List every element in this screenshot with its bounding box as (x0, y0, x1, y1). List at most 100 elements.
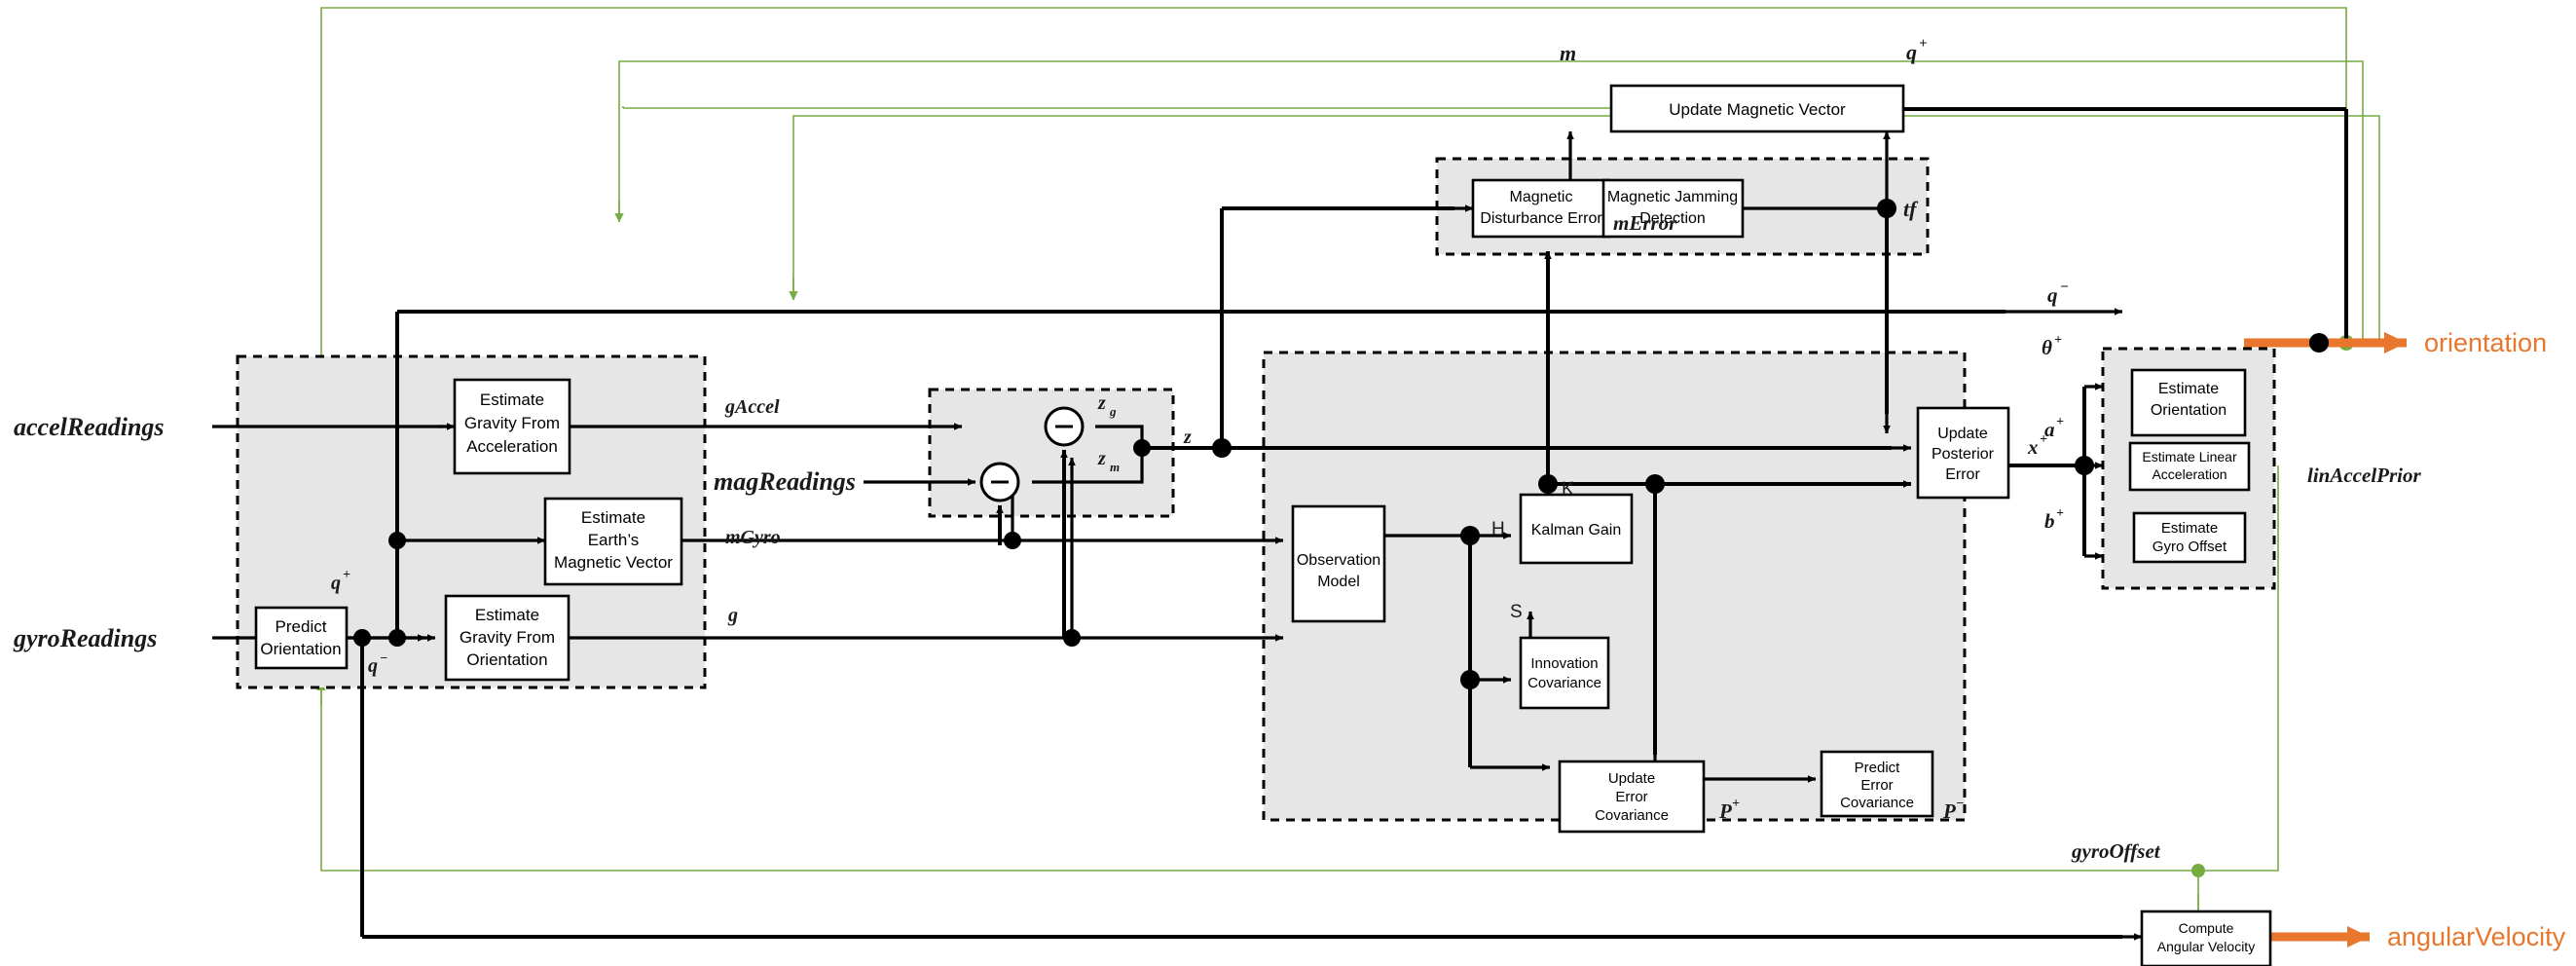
block-magnetic-disturbance-error[interactable]: Magnetic Disturbance Error (1471, 178, 1611, 239)
signal-zg-base: z (1097, 392, 1106, 414)
block-estimate-gravity-accel[interactable]: Estimate Gravity From Acceleration (453, 378, 571, 475)
block-label: Error (1615, 789, 1647, 805)
signal-xplus-base: x (2027, 435, 2039, 459)
signal-label-linAccelPrior: linAccelPrior (2307, 464, 2421, 487)
block-update-posterior-error[interactable]: Update Posterior Error (1916, 406, 2010, 500)
block-label: Acceleration (466, 437, 558, 456)
block-estimate-orientation[interactable]: Estimate Orientation (2130, 368, 2247, 437)
junction-accel-earthmag (388, 532, 406, 549)
signal-qplus-top-base: q (1906, 40, 1917, 64)
block-estimate-linear-acceleration[interactable]: Estimate Linear Acceleration (2128, 441, 2251, 492)
block-label: Estimate (475, 606, 539, 624)
block-label: Estimate (480, 390, 544, 409)
signal-label-m: m (1560, 41, 1576, 65)
signal-label-H: H (1491, 519, 1505, 539)
block-label: Kalman Gain (1531, 522, 1622, 539)
block-label: Estimate Linear (2142, 449, 2237, 464)
block-label: Orientation (466, 650, 547, 669)
block-label: Compute (2179, 920, 2234, 936)
junction-tf (1877, 199, 1896, 218)
signal-qminus-right-base: q (2047, 283, 2058, 307)
block-label: Model (1317, 574, 1360, 590)
block-estimate-earth-mag[interactable]: Estimate Earth’s Magnetic Vector (543, 497, 683, 586)
block-label: Disturbance Error (1480, 210, 1602, 227)
junction-xplus (2075, 456, 2094, 475)
block-label: Update (1937, 426, 1988, 442)
block-label: Update (1608, 770, 1655, 787)
block-label: Magnetic Jamming (1607, 189, 1738, 205)
signal-qminus-predict-sup: − (380, 651, 387, 666)
block-label: Estimate (2158, 381, 2219, 397)
block-label: Covariance (1840, 795, 1914, 811)
block-label: Covariance (1595, 807, 1669, 824)
junction-gyro-offset (2191, 864, 2205, 877)
signal-label-mError: mError (1613, 211, 1677, 235)
signal-label-gAccel: gAccel (724, 396, 780, 418)
block-compute-angular-velocity[interactable]: Compute Angular Velocity (2140, 910, 2272, 966)
block-update-error-covariance[interactable]: Update Error Covariance (1558, 760, 1706, 834)
signal-bplus-base: b (2044, 509, 2055, 533)
block-predict-orientation[interactable]: Predict Orientation (254, 606, 349, 670)
block-label: Angular Velocity (2157, 939, 2255, 954)
junction-H (1460, 526, 1480, 545)
block-label: Error (1860, 777, 1893, 794)
block-label: Posterior (1932, 446, 1995, 463)
block-label: Predict (1855, 760, 1901, 776)
block-label: Innovation (1530, 655, 1598, 672)
output-label-angularvelocity: angularVelocity (2387, 922, 2566, 951)
signal-aplus-base: a (2044, 418, 2055, 441)
junction-K2 (1645, 474, 1665, 494)
signal-bplus-sup: + (2056, 506, 2064, 521)
junction-z (1212, 438, 1232, 458)
input-label-mag: magReadings (714, 467, 856, 496)
block-observation-model[interactable]: Observation Model (1291, 504, 1386, 623)
signal-Pminus-base: P (1942, 799, 1956, 823)
signal-qplus-top-sup: + (1919, 36, 1928, 52)
signal-qminus-right-sup: − (2060, 279, 2069, 295)
output-label-orientation: orientation (2424, 328, 2547, 357)
block-label: Update Magnetic Vector (1669, 100, 1846, 119)
junction-gyro-branch (353, 629, 371, 647)
signal-Pplus-sup: + (1732, 797, 1740, 811)
block-label: Observation (1297, 552, 1380, 569)
signal-aplus-sup: + (2056, 415, 2064, 429)
block-label: Estimate (2161, 520, 2218, 537)
signal-qminus-predict-base: q (368, 655, 378, 677)
signal-label-g: g (727, 605, 738, 626)
block-estimate-gravity-orient[interactable]: Estimate Gravity From Orientation (444, 594, 570, 682)
ahrs-filter-diagram: Estimate Gravity From Acceleration Estim… (0, 0, 2576, 966)
signal-qplus-predict-base: q (331, 573, 341, 594)
block-label: Acceleration (2152, 466, 2226, 482)
signal-thetaplus-sup: + (2054, 333, 2062, 348)
block-label: Covariance (1527, 675, 1601, 691)
input-label-accel: accelReadings (14, 413, 165, 441)
block-label: Gyro Offset (2153, 539, 2227, 555)
signal-label-gyroOffset: gyroOffset (2071, 839, 2161, 863)
signal-thetaplus-base: θ (2042, 336, 2052, 359)
block-label: Estimate (581, 508, 645, 527)
block-diagram-canvas: Estimate Gravity From Acceleration Estim… (0, 0, 2576, 966)
junction-H2 (1460, 670, 1480, 689)
block-label: Earth’s (588, 531, 640, 549)
signal-qplus-predict-sup: + (343, 568, 350, 582)
block-estimate-gyro-offset[interactable]: Estimate Gyro Offset (2132, 511, 2247, 564)
junction-zgzm (1133, 439, 1151, 457)
block-update-magnetic-vector[interactable]: Update Magnetic Vector (1609, 84, 1905, 133)
signal-label-S: S (1510, 602, 1523, 622)
block-label: Orientation (260, 640, 341, 658)
junction-predict-out (388, 629, 406, 647)
block-label: Magnetic Vector (554, 553, 673, 572)
block-kalman-gain[interactable]: Kalman Gain (1519, 493, 1634, 565)
signal-label-z: z (1183, 427, 1192, 448)
signal-label-K: K (1562, 479, 1574, 500)
block-predict-error-covariance[interactable]: Predict Error Covariance (1820, 750, 1934, 818)
signal-zm-sub: m (1110, 460, 1120, 474)
block-innovation-covariance[interactable]: Innovation Covariance (1519, 636, 1610, 710)
block-label: Gravity From (460, 628, 555, 647)
signal-zg-sub: g (1109, 404, 1117, 419)
signal-Pminus-sup: − (1956, 797, 1964, 811)
junction-orientation (2309, 333, 2329, 353)
signal-Pplus-base: P (1718, 799, 1732, 823)
block-label: Gravity From (464, 414, 560, 432)
junction-K (1538, 474, 1558, 494)
